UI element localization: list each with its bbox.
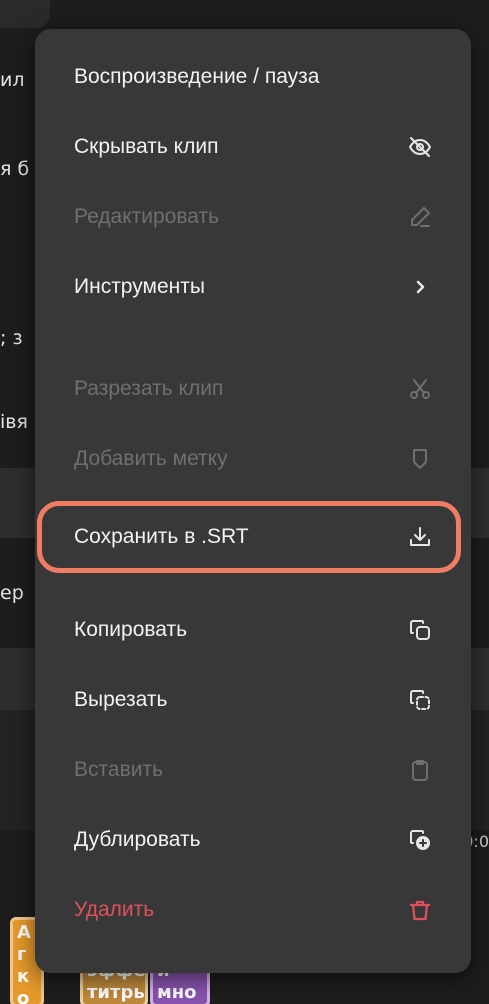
menu-item-label: Вставить [74, 758, 164, 781]
app-screen: ил я б ; з івя ер 0:0 А г к о эффек титр… [0, 0, 489, 1004]
menu-item-label: Дублировать [74, 828, 201, 851]
cut-copy-icon [407, 687, 433, 713]
pencil-icon [407, 204, 433, 230]
context-menu: Воспроизведение / пауза Скрывать клип Ре… [35, 29, 471, 973]
background-text-fragment: я б [0, 158, 30, 180]
trash-icon [407, 897, 433, 923]
duplicate-icon [407, 827, 433, 853]
menu-item-play-pause[interactable]: Воспроизведение / пауза [35, 49, 471, 105]
background-text-fragment: івя [0, 411, 28, 433]
menu-item-label: Воспроизведение / пауза [74, 65, 320, 88]
clipboard-icon [407, 757, 433, 783]
menu-item-paste[interactable]: Вставить [35, 742, 471, 798]
menu-item-label: Сохранить в .SRT [74, 525, 249, 548]
copy-icon [407, 617, 433, 643]
menu-item-label: Скрывать клип [74, 135, 219, 158]
scissors-icon [407, 376, 433, 402]
menu-item-save-srt[interactable]: Сохранить в .SRT [35, 509, 471, 565]
menu-item-label: Копировать [74, 618, 188, 641]
background-text-fragment: ер [0, 582, 24, 604]
menu-item-label: Разрезать клип [74, 377, 224, 400]
marker-icon [407, 446, 433, 472]
background-text-fragment: ; з [0, 327, 23, 349]
menu-item-duplicate[interactable]: Дублировать [35, 812, 471, 868]
menu-item-label: Редактировать [74, 205, 220, 228]
menu-item-label: Инструменты [74, 275, 205, 298]
menu-item-label: Вырезать [74, 688, 168, 711]
eye-off-icon [407, 134, 433, 160]
menu-item-split-clip[interactable]: Разрезать клип [35, 361, 471, 417]
menu-item-label: Удалить [74, 898, 155, 921]
download-icon [407, 524, 433, 550]
background-pill [0, 0, 50, 28]
menu-item-label: Добавить метку [74, 447, 228, 470]
menu-item-delete[interactable]: Удалить [35, 882, 471, 938]
menu-item-copy[interactable]: Копировать [35, 602, 471, 658]
menu-item-cut[interactable]: Вырезать [35, 672, 471, 728]
background-text-fragment: ил [0, 69, 25, 91]
menu-item-add-marker[interactable]: Добавить метку [35, 431, 471, 487]
menu-item-edit[interactable]: Редактировать [35, 189, 471, 245]
menu-item-hide-clip[interactable]: Скрывать клип [35, 119, 471, 175]
menu-item-tools[interactable]: Инструменты [35, 259, 471, 315]
chevron-right-icon [407, 274, 433, 300]
